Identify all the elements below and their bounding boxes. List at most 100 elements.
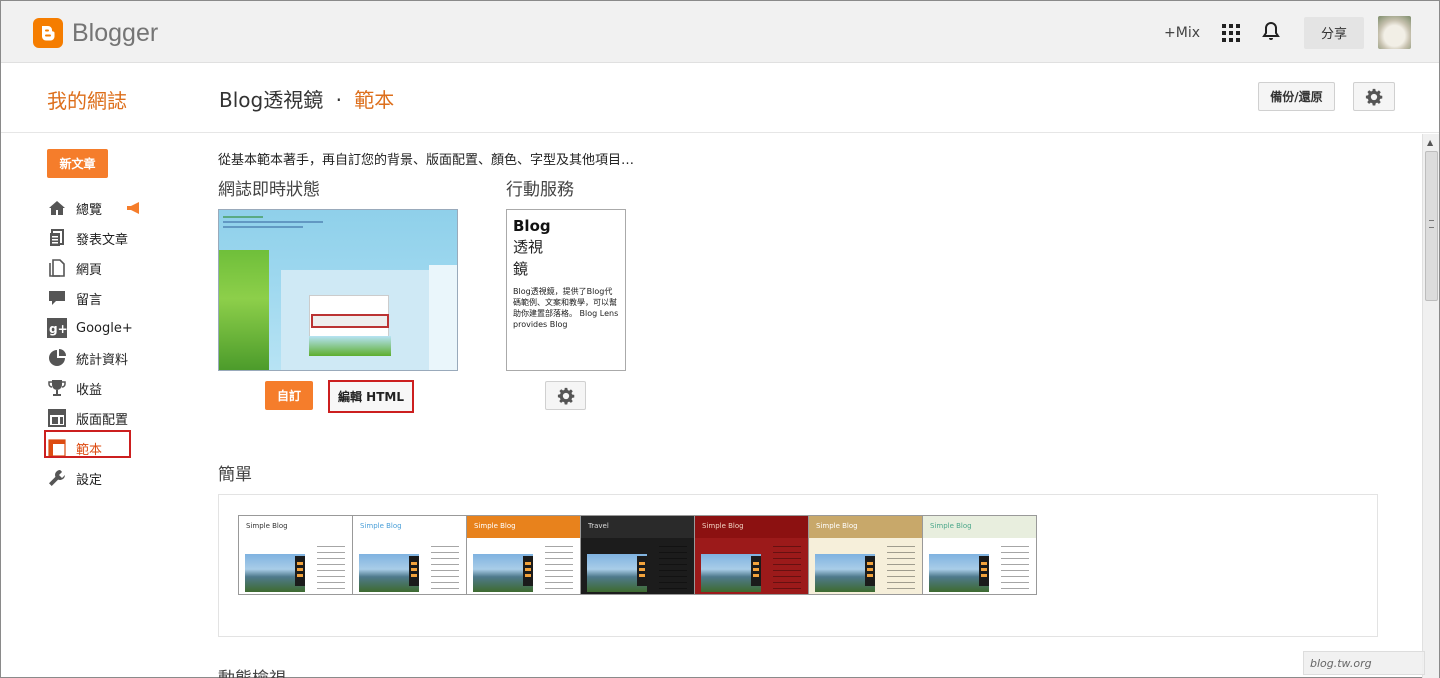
mobile-settings-button[interactable] xyxy=(545,381,586,410)
sidebar-item-posts[interactable]: 發表文章 xyxy=(47,223,133,253)
simple-templates-heading: 簡單 xyxy=(218,465,252,485)
sidebar-item-overview[interactable]: 總覽 xyxy=(47,193,133,223)
theme-sidebar-lines xyxy=(545,546,573,590)
theme-sidebar-lines xyxy=(317,546,345,590)
sidebar-item-comments[interactable]: 留言 xyxy=(47,283,133,313)
top-bar: Blogger +Mix 分享 xyxy=(1,1,1439,63)
mobile-template-preview[interactable]: Blog 透視 鏡 Blog透視鏡，提供了Blog代碼範例、文案和教學，可以幫助… xyxy=(506,209,626,371)
theme-sample-traffic-light xyxy=(979,556,989,586)
theme-title: Simple Blog xyxy=(809,516,922,538)
mobile-heading: 行動服務 xyxy=(506,180,574,200)
google-plus-icon: g+ xyxy=(47,318,67,338)
layout-icon xyxy=(47,408,67,428)
theme-thumbnail[interactable]: Simple Blog xyxy=(238,515,353,595)
blog-header: 我的網誌 Blog透視鏡 · 範本 備份/還原 xyxy=(1,63,1439,133)
theme-thumbnail[interactable]: Simple Blog xyxy=(808,515,923,595)
theme-title: Simple Blog xyxy=(923,516,1036,538)
mobile-preview-subtitle-1: 透視 xyxy=(513,238,544,256)
settings-gear-button[interactable] xyxy=(1353,82,1395,111)
pages-icon xyxy=(47,258,67,278)
theme-title: Travel xyxy=(581,516,694,538)
wrench-icon xyxy=(47,468,67,488)
theme-sidebar-lines xyxy=(431,546,459,590)
theme-thumbnails: Simple Blog Simple Blog Simple Blog Travel S… xyxy=(238,515,1037,595)
section-name: 範本 xyxy=(354,88,395,112)
dynamic-views-heading: 動態檢視 xyxy=(218,664,286,678)
apps-grid-icon[interactable] xyxy=(1222,23,1240,42)
theme-sample-traffic-light xyxy=(865,556,875,586)
theme-sidebar-lines xyxy=(887,546,915,590)
sidebar-item-label: 總覽 xyxy=(76,202,103,218)
backup-restore-button[interactable]: 備份/還原 xyxy=(1258,82,1335,111)
avatar[interactable] xyxy=(1378,16,1411,49)
posts-icon xyxy=(47,228,67,248)
mobile-preview-title: Blog xyxy=(513,217,551,235)
mobile-preview-subtitle-2: 鏡 xyxy=(513,260,529,278)
template-intro-text: 從基本範本著手，再自訂您的背景、版面配置、顏色、字型及其他項目… xyxy=(218,153,635,168)
sidebar-item-label: 版面配置 xyxy=(76,412,129,428)
notifications-bell-icon[interactable] xyxy=(1262,21,1280,45)
sidebar-item-label: Google+ xyxy=(76,320,133,336)
comments-icon xyxy=(47,288,67,308)
scroll-up-arrow-icon[interactable]: ▲ xyxy=(1427,138,1433,147)
sidebar-item-stats[interactable]: 統計資料 xyxy=(47,343,133,373)
my-blogs-link[interactable]: 我的網誌 xyxy=(47,85,127,114)
preview-grass-left xyxy=(219,250,269,370)
blogger-wordmark: Blogger xyxy=(72,18,159,47)
megaphone-icon[interactable] xyxy=(126,199,142,218)
theme-title: Simple Blog xyxy=(239,516,352,538)
sidebar-item-settings[interactable]: 設定 xyxy=(47,463,133,493)
home-icon xyxy=(47,198,67,218)
sidebar-item-google-plus[interactable]: g+ Google+ xyxy=(47,313,133,343)
share-button[interactable]: 分享 xyxy=(1304,16,1364,49)
customize-button[interactable]: 自訂 xyxy=(265,381,313,410)
highlight-box-template xyxy=(44,430,131,458)
blog-name: Blog透視鏡 xyxy=(219,88,324,112)
theme-sample-traffic-light xyxy=(409,556,419,586)
theme-sample-traffic-light xyxy=(295,556,305,586)
sidebar-item-earnings[interactable]: 收益 xyxy=(47,373,133,403)
theme-thumbnail[interactable]: Simple Blog xyxy=(466,515,581,595)
theme-sidebar-lines xyxy=(1001,546,1029,590)
watermark: blog.tw.org xyxy=(1303,651,1425,675)
vertical-scrollbar[interactable]: ▲ xyxy=(1422,134,1439,678)
theme-thumbnail[interactable]: Simple Blog xyxy=(694,515,809,595)
blogger-logo[interactable]: Blogger xyxy=(33,18,158,48)
title-separator: · xyxy=(335,88,342,112)
sidebar-item-pages[interactable]: 網頁 xyxy=(47,253,133,283)
mobile-preview-description: Blog透視鏡，提供了Blog代碼範例、文案和教學，可以幫助你建置部落格。 Bl… xyxy=(513,287,619,329)
theme-sample-traffic-light xyxy=(523,556,533,586)
theme-sidebar-lines xyxy=(659,546,687,590)
gear-icon xyxy=(1365,88,1383,105)
profile-name-link[interactable]: +Mix xyxy=(1164,25,1200,41)
live-template-preview[interactable] xyxy=(218,209,458,371)
sidebar-item-layout[interactable]: 版面配置 xyxy=(47,403,133,433)
theme-title: Simple Blog xyxy=(467,516,580,538)
preview-sidebar xyxy=(429,265,457,370)
sidebar-item-label: 設定 xyxy=(76,472,103,488)
earnings-trophy-icon xyxy=(47,378,67,398)
svg-text:g+: g+ xyxy=(49,322,67,336)
theme-title: Simple Blog xyxy=(353,516,466,538)
sidebar-item-label: 留言 xyxy=(76,292,103,308)
preview-header-lines xyxy=(223,216,333,231)
theme-thumbnail[interactable]: Simple Blog xyxy=(352,515,467,595)
scroll-thumb[interactable] xyxy=(1425,151,1438,301)
page-title: Blog透視鏡 · 範本 xyxy=(219,84,394,113)
sidebar-item-label: 收益 xyxy=(76,382,103,398)
preview-code-box xyxy=(311,314,389,328)
stats-pie-icon xyxy=(47,348,67,368)
theme-sample-traffic-light xyxy=(637,556,647,586)
gear-icon xyxy=(557,387,574,404)
theme-sample-traffic-light xyxy=(751,556,761,586)
blogger-b-icon xyxy=(33,18,63,48)
theme-thumbnail[interactable]: Simple Blog xyxy=(922,515,1037,595)
sidebar-item-label: 發表文章 xyxy=(76,232,129,248)
theme-thumbnail[interactable]: Travel xyxy=(580,515,695,595)
live-on-blog-heading: 網誌即時狀態 xyxy=(218,180,320,200)
sidebar-item-label: 網頁 xyxy=(76,262,103,278)
theme-sidebar-lines xyxy=(773,546,801,590)
edit-html-button[interactable]: 編輯 HTML xyxy=(328,380,414,413)
new-post-button[interactable]: 新文章 xyxy=(47,149,108,178)
theme-title: Simple Blog xyxy=(695,516,808,538)
